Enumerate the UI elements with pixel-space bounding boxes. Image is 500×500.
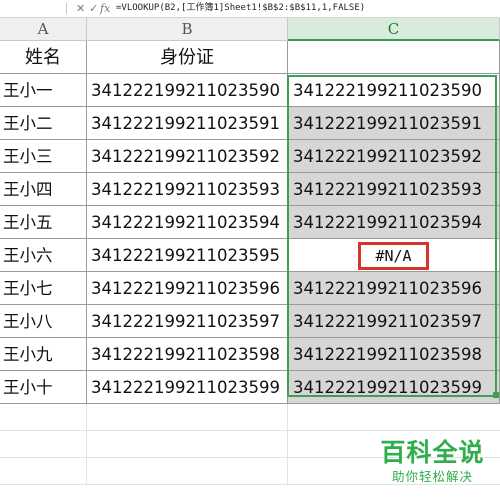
column-header-a[interactable]: A	[0, 18, 87, 41]
column-header-b[interactable]: B	[87, 18, 288, 41]
watermark-title: 百科全说	[380, 438, 485, 467]
cell-lookup-result[interactable]: 341222199211023592	[288, 140, 500, 173]
cell-id[interactable]: 341222199211023594	[87, 206, 288, 239]
table-row: 王小六 341222199211023595 #N/A	[0, 239, 500, 272]
formula-input[interactable]: =VLOOKUP(B2,[工作簿1]Sheet1!$B$2:$B$11,1,FA…	[116, 0, 365, 17]
cell-lookup-result[interactable]: 341222199211023596	[288, 272, 500, 305]
confirm-icon[interactable]: ✓	[89, 0, 98, 17]
cell-name[interactable]: 王小九	[0, 338, 87, 371]
cell-lookup-result[interactable]: 341222199211023590	[288, 74, 500, 107]
formula-bar: ✕ ✓ fx =VLOOKUP(B2,[工作簿1]Sheet1!$B$2:$B$…	[0, 0, 500, 18]
cell-name[interactable]: 王小七	[0, 272, 87, 305]
cell-lookup-result[interactable]: 341222199211023594	[288, 206, 500, 239]
cell-name[interactable]: 王小四	[0, 173, 87, 206]
table-row: 王小一 341222199211023590 34122219921102359…	[0, 74, 500, 107]
cell-id[interactable]: 341222199211023591	[87, 107, 288, 140]
formula-bar-divider	[66, 3, 67, 14]
cell-name[interactable]: 王小八	[0, 305, 87, 338]
cell-id[interactable]: 341222199211023590	[87, 74, 288, 107]
cell-id[interactable]: 341222199211023595	[87, 239, 288, 272]
cell-id[interactable]: 341222199211023593	[87, 173, 288, 206]
cell-name[interactable]: 王小六	[0, 239, 87, 272]
cell-lookup-result[interactable]: #N/A	[288, 239, 500, 272]
cell-id[interactable]: 341222199211023597	[87, 305, 288, 338]
cell-lookup-result[interactable]: 341222199211023597	[288, 305, 500, 338]
cell-name[interactable]: 王小五	[0, 206, 87, 239]
table-row: 王小十 341222199211023599 34122219921102359…	[0, 371, 500, 404]
cell-name[interactable]: 王小二	[0, 107, 87, 140]
fill-handle[interactable]	[493, 392, 499, 398]
table-row: 王小七 341222199211023596 34122219921102359…	[0, 272, 500, 305]
empty-row[interactable]	[0, 404, 500, 431]
cell-lookup-result[interactable]: 341222199211023599	[288, 371, 500, 404]
header-row: 姓名 身份证	[0, 41, 500, 74]
cancel-icon[interactable]: ✕	[76, 0, 85, 17]
table-row: 王小五 341222199211023594 34122219921102359…	[0, 206, 500, 239]
cell-name[interactable]: 王小十	[0, 371, 87, 404]
cell-lookup-result[interactable]: 341222199211023593	[288, 173, 500, 206]
cell-name-header[interactable]: 姓名	[0, 41, 87, 74]
table-row: 王小四 341222199211023593 34122219921102359…	[0, 173, 500, 206]
table-row: 王小二 341222199211023591 34122219921102359…	[0, 107, 500, 140]
watermark-logo: 百科全说 助你轻松解决	[370, 438, 495, 486]
cell-id[interactable]: 341222199211023596	[87, 272, 288, 305]
cell-name[interactable]: 王小三	[0, 140, 87, 173]
cell-lookup-result[interactable]: 341222199211023591	[288, 107, 500, 140]
cell-result-header[interactable]	[288, 41, 500, 74]
table-row: 王小三 341222199211023592 34122219921102359…	[0, 140, 500, 173]
column-header-c[interactable]: C	[288, 18, 500, 41]
cell-id-header[interactable]: 身份证	[87, 41, 288, 74]
table-row: 王小九 341222199211023598 34122219921102359…	[0, 338, 500, 371]
cell-id[interactable]: 341222199211023598	[87, 338, 288, 371]
cell-id[interactable]: 341222199211023592	[87, 140, 288, 173]
watermark-subtitle: 助你轻松解决	[391, 469, 473, 484]
na-error-highlight: #N/A	[358, 242, 429, 270]
table-row: 王小八 341222199211023597 34122219921102359…	[0, 305, 500, 338]
cell-id[interactable]: 341222199211023599	[87, 371, 288, 404]
cell-lookup-result[interactable]: 341222199211023598	[288, 338, 500, 371]
cell-name[interactable]: 王小一	[0, 74, 87, 107]
insert-function-icon[interactable]: fx	[100, 0, 110, 17]
